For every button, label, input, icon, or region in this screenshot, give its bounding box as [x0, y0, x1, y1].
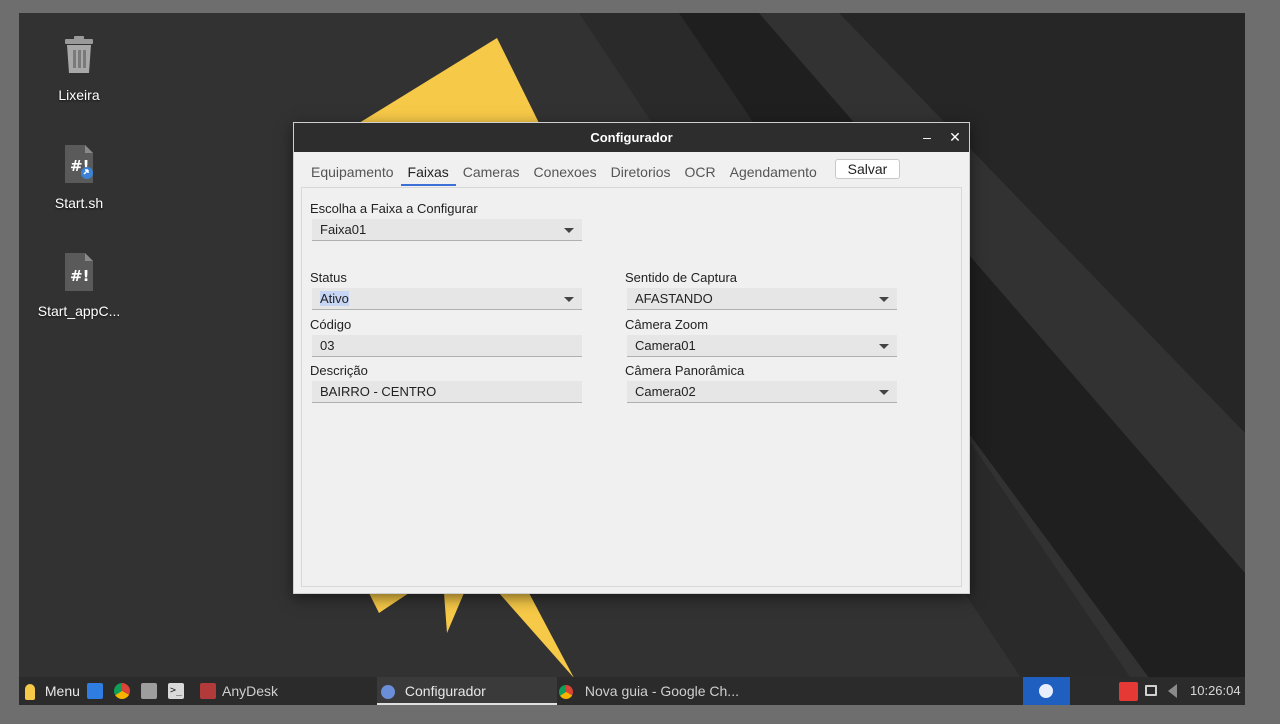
desktop: Lixeira #! Start.sh #! Start_appC... Con… [19, 13, 1245, 705]
codigo-input-value: 03 [320, 338, 335, 353]
sentido-select[interactable]: AFASTANDO [627, 288, 897, 310]
taskbar-item-anydesk[interactable]: AnyDesk [222, 677, 278, 705]
desktop-icon-label: Lixeira [58, 87, 100, 103]
tab-ocr[interactable]: OCR [678, 159, 723, 186]
taskbar-item-label: Nova guia - Google Ch... [584, 683, 739, 699]
codigo-label: Código [310, 317, 352, 332]
script-icon: #! [59, 251, 99, 295]
menu-label: Menu [44, 683, 80, 699]
chevron-down-icon [879, 390, 889, 395]
desktop-icon-lixeira[interactable]: Lixeira [19, 35, 139, 103]
window-title: Configurador [590, 130, 673, 145]
camera-zoom-select-value: Camera01 [635, 338, 696, 353]
taskbar-item-label: Configurador [404, 683, 486, 699]
status-label: Status [310, 270, 347, 285]
desktop-icon-start-sh[interactable]: #! Start.sh [19, 143, 139, 211]
menu-logo-icon [25, 684, 35, 701]
terminal-icon[interactable]: >_ [168, 683, 184, 699]
window-titlebar[interactable]: Configurador – ✕ [294, 123, 969, 152]
tab-conexoes[interactable]: Conexoes [527, 159, 604, 186]
tab-faixas[interactable]: Faixas [400, 159, 456, 186]
descricao-label: Descrição [310, 363, 368, 378]
tab-diretorios[interactable]: Diretorios [604, 159, 678, 186]
faixas-panel: Escolha a Faixa a Configurar Faixa01 Sta… [301, 187, 962, 587]
volume-icon[interactable] [1168, 684, 1177, 698]
chevron-down-icon [879, 297, 889, 302]
faixa-select[interactable]: Faixa01 [312, 219, 582, 241]
configurador-icon [381, 685, 395, 700]
sentido-select-value: AFASTANDO [635, 291, 713, 306]
save-button[interactable]: Salvar [835, 159, 900, 179]
clock[interactable]: 10:26:04 [1190, 677, 1241, 705]
descricao-input[interactable]: BAIRRO - CENTRO [312, 381, 582, 403]
chevron-down-icon [564, 297, 574, 302]
desktop-icon-label: Start_appC... [37, 303, 121, 319]
faixa-select-label: Escolha a Faixa a Configurar [310, 201, 478, 216]
show-desktop-icon[interactable] [87, 683, 103, 699]
configurador-window: Configurador – ✕ Equipamento Faixas Came… [293, 122, 970, 594]
camera-panoramica-select-value: Camera02 [635, 384, 696, 399]
close-button[interactable]: ✕ [945, 123, 965, 152]
anydesk-icon[interactable] [200, 683, 216, 699]
trash-icon [59, 35, 99, 79]
tab-bar: Equipamento Faixas Cameras Conexoes Dire… [304, 159, 824, 186]
camera-zoom-select[interactable]: Camera01 [627, 335, 897, 357]
tray-active-app[interactable] [1023, 677, 1070, 705]
camera-panoramica-label: Câmera Panorâmica [625, 363, 745, 378]
desktop-icon-label: Start.sh [54, 195, 104, 211]
chrome-icon[interactable] [114, 683, 130, 699]
tab-equipamento[interactable]: Equipamento [304, 159, 401, 186]
desktop-icon-start-appc[interactable]: #! Start_appC... [19, 251, 139, 319]
chrome-icon [559, 685, 573, 700]
sentido-label: Sentido de Captura [625, 270, 738, 285]
anydesk-tray-icon[interactable] [1119, 682, 1138, 701]
codigo-input[interactable]: 03 [312, 335, 582, 357]
file-manager-icon[interactable] [141, 683, 157, 699]
camera-panoramica-select[interactable]: Camera02 [627, 381, 897, 403]
network-icon[interactable] [1145, 685, 1157, 696]
taskbar-item-configurador[interactable]: Configurador [377, 677, 557, 705]
descricao-input-value: BAIRRO - CENTRO [320, 384, 437, 399]
chevron-down-icon [879, 344, 889, 349]
configurador-icon [1039, 684, 1053, 698]
taskbar-item-chrome[interactable]: Nova guia - Google Ch... [559, 677, 739, 705]
taskbar: Menu >_ AnyDesk Configurador Nova guia -… [19, 677, 1245, 705]
status-select[interactable]: Ativo [312, 288, 582, 310]
script-icon: #! [59, 143, 99, 187]
camera-zoom-label: Câmera Zoom [625, 317, 709, 332]
tab-agendamento[interactable]: Agendamento [723, 159, 824, 186]
minimize-button[interactable]: – [917, 123, 937, 152]
svg-text:#!: #! [70, 267, 89, 285]
chevron-down-icon [564, 228, 574, 233]
tab-cameras[interactable]: Cameras [456, 159, 527, 186]
faixa-select-value: Faixa01 [320, 222, 367, 237]
menu-button[interactable]: Menu [25, 677, 80, 705]
status-select-value: Ativo [320, 291, 349, 306]
